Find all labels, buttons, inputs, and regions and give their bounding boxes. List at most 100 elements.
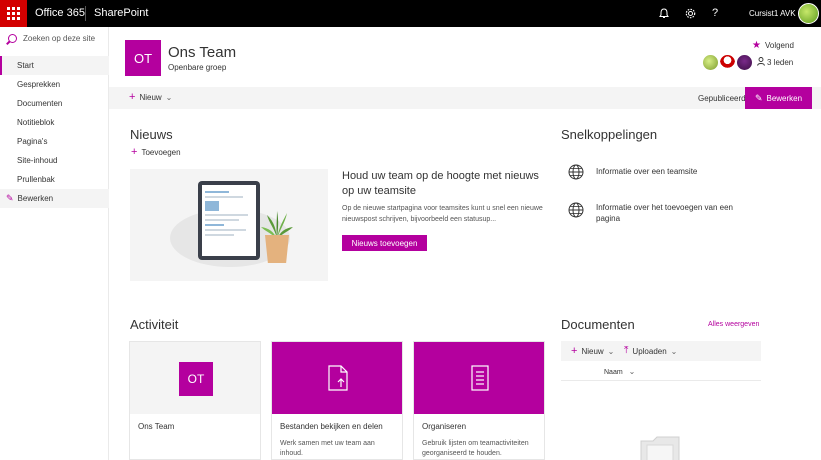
gear-icon[interactable]	[684, 7, 696, 19]
nav-item-label: Gesprekken	[17, 80, 61, 89]
site-search[interactable]: Zoeken op deze site	[0, 27, 109, 49]
publish-status: Gepubliceerd	[698, 94, 746, 103]
user-name[interactable]: Cursist1 AVK	[749, 9, 796, 18]
add-news-button[interactable]: + Toevoegen	[131, 147, 181, 158]
card-thumbnail: OT	[130, 342, 260, 414]
new-button[interactable]: + Nieuw ⌄	[129, 92, 172, 103]
nav-item-notitieblok[interactable]: Notitieblok	[0, 113, 109, 132]
site-header: OT Ons Team Openbare groep ★ Volgend 3 l…	[109, 27, 821, 87]
quicklink-label: Informatie over een teamsite	[596, 167, 698, 176]
star-icon: ★	[752, 40, 761, 51]
product-name[interactable]: SharePoint	[94, 7, 148, 19]
pencil-icon: ✎	[6, 193, 14, 203]
nav-item-start[interactable]: Start	[0, 56, 109, 75]
new-label: Nieuw	[139, 93, 162, 102]
site-logo-thumbnail: OT	[179, 362, 213, 396]
tablet-illustration	[198, 181, 260, 260]
nav-list: Start Gesprekken Documenten Notitieblok …	[0, 56, 109, 208]
help-icon[interactable]: ?	[709, 7, 721, 19]
activity-card-files[interactable]: Bestanden bekijken en delen Werk samen m…	[271, 341, 403, 460]
divider	[85, 6, 86, 21]
documents-command-bar: + Nieuw ⌄ ⤒ Uploaden ⌄	[561, 341, 761, 361]
list-icon	[471, 365, 489, 391]
upload-label: Uploaden	[632, 346, 667, 356]
plus-icon: +	[571, 345, 578, 357]
card-title: Ons Team	[138, 422, 175, 431]
nav-item-label: Start	[17, 61, 34, 70]
members-count[interactable]: 3 leden	[757, 57, 793, 68]
add-news-post-button[interactable]: Nieuws toevoegen	[342, 235, 427, 251]
documents-empty-state	[561, 381, 761, 460]
plus-icon: +	[131, 146, 138, 158]
nav-item-paginas[interactable]: Pagina's	[0, 132, 109, 151]
news-headline: Houd uw team op de hoogte met nieuws op …	[342, 170, 539, 197]
site-title[interactable]: Ons Team	[168, 44, 236, 61]
nav-item-label: Documenten	[17, 99, 63, 108]
doc-new-button[interactable]: + Nieuw ⌄	[571, 346, 614, 357]
user-avatar[interactable]	[798, 3, 819, 24]
upload-icon: ⤒	[624, 345, 629, 356]
waffle-icon[interactable]	[0, 0, 27, 27]
command-bar: + Nieuw ⌄ Gepubliceerd ✎ Bewerken	[109, 87, 821, 109]
members[interactable]: 3 leden	[703, 55, 793, 70]
search-icon	[8, 33, 17, 43]
card-title: Bestanden bekijken en delen	[280, 422, 383, 431]
pencil-icon: ✎	[754, 92, 763, 103]
nav-item-documenten[interactable]: Documenten	[0, 94, 109, 113]
edit-button[interactable]: ✎ Bewerken	[745, 87, 812, 109]
nav-item-label: Notitieblok	[17, 118, 55, 127]
nav-edit-button[interactable]: ✎ Bewerken	[0, 189, 109, 208]
suite-bar: Office 365 SharePoint ? Cursist1 AVK	[0, 0, 821, 27]
site-logo[interactable]: OT	[125, 40, 161, 76]
activity-card-organize[interactable]: Organiseren Gebruik lijsten om teamactiv…	[413, 341, 545, 460]
chevron-down-icon: ⌄	[165, 93, 173, 102]
folder-icon	[640, 436, 680, 460]
plant-pot	[265, 235, 289, 263]
site-subtitle: Openbare groep	[168, 63, 227, 72]
news-illustration	[130, 169, 328, 281]
search-input[interactable]: Zoeken op deze site	[23, 34, 95, 43]
globe-icon	[568, 164, 584, 180]
see-all-link[interactable]: Alles weergeven	[708, 321, 759, 328]
quicklink-item[interactable]: Informatie over een teamsite	[568, 164, 746, 180]
member-avatar	[703, 55, 718, 70]
follow-button[interactable]: ★ Volgend	[752, 40, 794, 51]
card-title: Organiseren	[422, 422, 467, 431]
follow-label: Volgend	[764, 41, 794, 50]
bell-icon[interactable]	[658, 7, 670, 19]
documents-title: Documenten	[561, 317, 635, 332]
card-thumbnail	[414, 342, 544, 414]
news-body: Op de nieuwe startpagina voor teamsites …	[342, 205, 543, 223]
card-description: Gebruik lijsten om teamactiviteiten geor…	[422, 440, 529, 457]
documents-column-header: Naam ⌄	[561, 361, 761, 381]
quicklink-label: Informatie over het toevoegen van een pa…	[596, 203, 733, 223]
doc-new-label: Nieuw	[581, 347, 604, 356]
add-news-label: Toevoegen	[141, 148, 181, 157]
edit-label: Bewerken	[766, 93, 803, 103]
column-name-label: Naam	[604, 369, 623, 376]
upload-button[interactable]: ⤒ Uploaden ⌄	[624, 346, 677, 356]
nav-item-label: Prullenbak	[17, 175, 55, 184]
activity-card-site[interactable]: OT Ons Team	[129, 341, 261, 460]
member-avatar	[720, 55, 735, 70]
quicklink-item[interactable]: Informatie over het toevoegen van een pa…	[568, 202, 746, 224]
app-name[interactable]: Office 365	[35, 7, 85, 19]
person-icon	[757, 57, 765, 68]
chevron-down-icon: ⌄	[628, 367, 636, 376]
card-description: Werk samen met uw team aan inhoud.	[280, 440, 375, 457]
chevron-down-icon: ⌄	[607, 347, 615, 356]
member-avatar	[737, 55, 752, 70]
activity-title: Activiteit	[130, 317, 179, 332]
column-name-header[interactable]: Naam ⌄	[604, 367, 635, 376]
plant-illustration	[261, 211, 293, 239]
nav-item-prullenbak[interactable]: Prullenbak	[0, 170, 109, 189]
globe-icon	[568, 202, 584, 218]
nav-item-label: Pagina's	[17, 137, 48, 146]
card-thumbnail	[272, 342, 402, 414]
nav-item-site-inhoud[interactable]: Site-inhoud	[0, 151, 109, 170]
nav-item-gesprekken[interactable]: Gesprekken	[0, 75, 109, 94]
quicklinks-title: Snelkoppelingen	[561, 127, 658, 142]
chevron-down-icon: ⌄	[670, 346, 678, 356]
nav-item-label: Site-inhoud	[17, 156, 58, 165]
nav-edit-label: Bewerken	[17, 194, 54, 203]
